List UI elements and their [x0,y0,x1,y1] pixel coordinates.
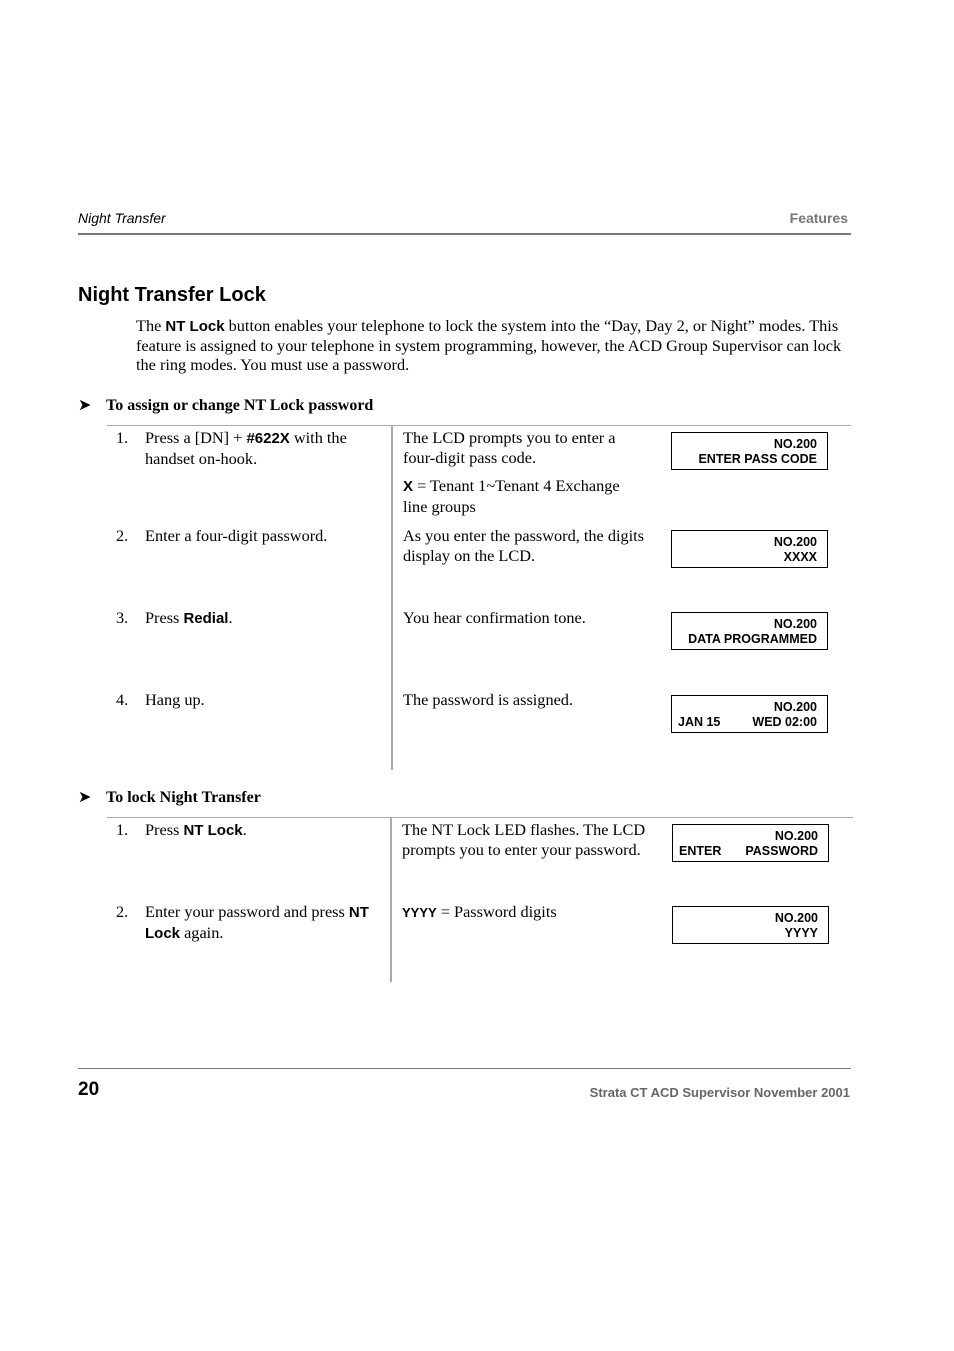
lcd-line-2: YYYY [784,926,818,940]
footer-divider [78,1068,851,1069]
page-number: 20 [78,1079,100,1100]
lcd-display: NO.200 XXXX [671,530,828,568]
variable-term: X [403,478,414,495]
step-text: again. [180,922,224,942]
running-header-section: Night Transfer [78,210,166,226]
step-response: YYYY = Password digits [402,902,647,923]
arrow-icon: ➤ [78,787,92,806]
step-action: Enter your password and press NT Lock ag… [145,902,386,943]
lcd-date: JAN 15 [678,715,721,729]
step-action: Press Redial. [145,608,386,629]
step-action: Press NT Lock. [145,820,386,841]
step-number: 2. [116,526,129,545]
step-text: Enter your password and press [145,902,349,921]
lcd-line-1: NO.200 [774,829,818,843]
lcd-line-2: XXXX [783,550,817,564]
column-divider [391,426,393,770]
step-row: 1. Press a [DN] + #622X with the handset… [116,428,386,468]
lcd-line-1: NO.200 [773,437,817,451]
lcd-line-1: NO.200 [774,911,818,925]
nt-lock-term: NT Lock [165,318,225,335]
step-row: 4. Hang up. [116,690,386,710]
procedure-heading: ➤ To assign or change NT Lock password [78,395,373,415]
redial-key: Redial [183,610,229,627]
response-text: = Password digits [436,902,557,921]
table-top-rule [107,425,851,426]
lcd-line-2a: ENTER [679,844,722,858]
lcd-line-2: ENTER PASS CODE [698,452,817,466]
intro-text: The [136,316,166,335]
step-number: 4. [116,690,129,709]
step-text: . [242,820,247,839]
step-response: You hear confirmation tone. [403,608,586,627]
step-response: The NT Lock LED flashes. The LCD prompts… [402,820,646,859]
lcd-line-1: NO.200 [773,700,817,714]
step-text: Press [145,820,184,839]
step-number: 2. [116,902,129,921]
step-row: 2. Enter a four-digit password. [116,526,386,546]
lcd-display: NO.200 DATA PROGRAMMED [671,612,828,650]
lcd-line-2b: PASSWORD [745,844,819,858]
lcd-line-1: NO.200 [773,535,817,549]
step-number: 1. [116,428,129,447]
procedure-heading: ➤ To lock Night Transfer [78,787,261,807]
lcd-display: NO.200 JAN 15 WED 02:00 [671,695,828,733]
step-text: Press [145,608,184,627]
step-row: 1. Press NT Lock. [116,820,386,841]
intro-paragraph: The NT Lock button enables your telephon… [136,316,851,374]
step-note: X = Tenant 1~Tenant 4 Exchange line grou… [403,476,648,516]
column-divider [390,818,392,982]
arrow-icon: ➤ [78,395,92,414]
lcd-line-1: NO.200 [773,617,817,631]
step-text: Press a [DN] + [145,428,247,447]
lcd-display: NO.200 YYYY [672,906,829,944]
procedure-heading-text: To lock Night Transfer [106,789,261,806]
table-top-rule [107,817,853,818]
step-response: As you enter the password, the digits di… [403,526,645,565]
procedure-heading-text: To assign or change NT Lock password [106,397,374,414]
footer-doc-title: Strata CT ACD Supervisor November 2001 [589,1085,850,1100]
step-number: 3. [116,608,129,627]
lcd-time: WED 02:00 [752,715,817,729]
step-text: . [228,608,233,627]
running-header-chapter: Features [789,210,848,226]
step-response: The LCD prompts you to enter a four-digi… [403,428,616,467]
step-row: 2. Enter your password and press NT Lock… [116,902,386,943]
nt-lock-key: NT Lock [183,822,243,839]
header-divider [78,233,851,235]
step-row: 3. Press Redial. [116,608,386,629]
variable-term: YYYY [402,905,437,920]
step-action: Enter a four-digit password. [145,526,328,545]
intro-text: button enables your telephone to lock th… [136,316,842,374]
step-action: Hang up. [145,690,205,709]
step-response: The password is assigned. [403,690,574,709]
step-number: 1. [116,820,129,839]
page-title: Night Transfer Lock [78,284,266,306]
lcd-display: NO.200 ENTER PASSWORD [672,824,829,862]
step-action: Press a [DN] + #622X with the handset on… [145,428,386,468]
lcd-display: NO.200 ENTER PASS CODE [671,432,828,470]
key-sequence: #622X [246,430,290,447]
note-text: = Tenant 1~Tenant 4 Exchange line groups [403,476,620,516]
lcd-line-2: DATA PROGRAMMED [688,632,817,646]
